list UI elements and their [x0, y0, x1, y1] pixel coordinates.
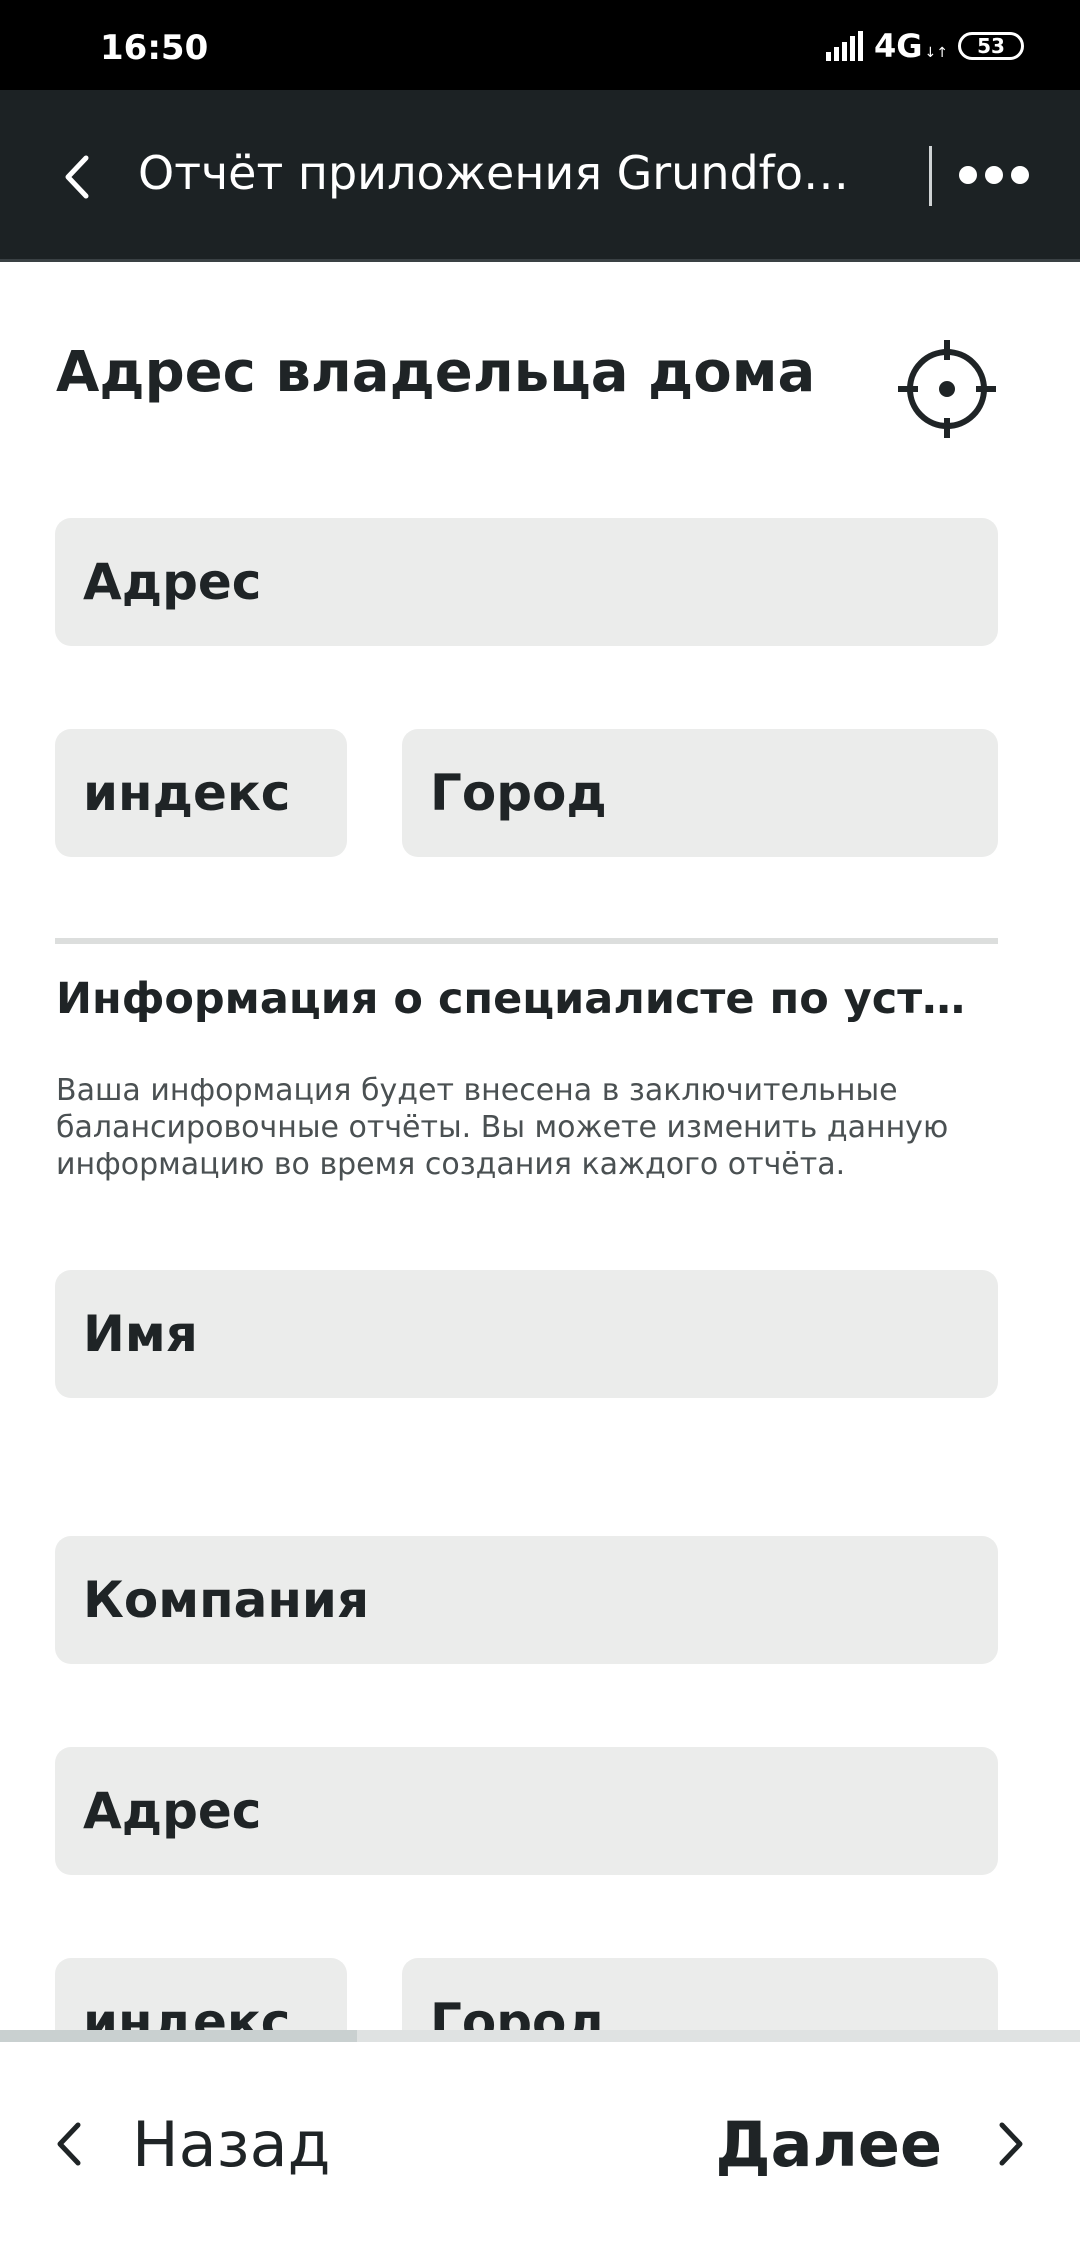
installer-city-placeholder: Город: [430, 1993, 607, 2030]
back-button-label: Назад: [132, 2107, 331, 2181]
bottom-nav: Назад Далее: [0, 2042, 1080, 2246]
owner-section-title: Адрес владельца дома: [56, 340, 816, 405]
installer-address-field[interactable]: Адрес: [55, 1747, 998, 1875]
section-divider: [55, 938, 998, 944]
signal-icon: [826, 31, 863, 61]
installer-city-field[interactable]: Город: [402, 1958, 998, 2030]
chevron-right-icon: [999, 2122, 1023, 2166]
installer-section-description: Ваша информация будет внесена в заключит…: [56, 1073, 949, 1182]
owner-postcode-field[interactable]: индекс: [55, 729, 347, 857]
installer-company-field[interactable]: Компания: [55, 1536, 998, 1664]
owner-city-field[interactable]: Город: [402, 729, 998, 857]
battery-level: 53: [977, 34, 1005, 58]
network-type: 4G: [874, 27, 923, 65]
owner-city-placeholder: Город: [430, 764, 607, 822]
scroll-progress-track: [0, 2030, 1080, 2042]
installer-postcode-placeholder: индекс: [83, 1993, 291, 2030]
installer-name-placeholder: Имя: [83, 1305, 198, 1363]
chevron-left-icon: [57, 2122, 81, 2166]
status-bar: 16:50 4G ↓↑ 53: [0, 0, 1080, 90]
installer-name-field[interactable]: Имя: [55, 1270, 998, 1398]
owner-address-field[interactable]: Адрес: [55, 518, 998, 646]
owner-postcode-placeholder: индекс: [83, 764, 291, 822]
app-bar-divider: [929, 146, 932, 206]
back-chevron-icon[interactable]: [56, 150, 100, 204]
crosshair-locate-icon[interactable]: [896, 338, 998, 440]
owner-address-placeholder: Адрес: [83, 553, 262, 611]
next-button-label: Далее: [715, 2107, 942, 2181]
next-button[interactable]: Далее: [715, 2104, 1028, 2184]
status-indicators: 4G ↓↑ 53: [824, 26, 1024, 66]
battery-icon: 53: [958, 32, 1024, 60]
app-title: Отчёт приложения Grundfos G...: [138, 146, 858, 200]
app-bar: Отчёт приложения Grundfos G...: [0, 90, 1080, 262]
data-activity-icon: ↓↑: [924, 45, 948, 61]
installer-company-placeholder: Компания: [83, 1571, 370, 1629]
status-time: 16:50: [100, 28, 209, 68]
scroll-progress-thumb: [0, 2030, 357, 2042]
installer-postcode-field[interactable]: индекс: [55, 1958, 347, 2030]
back-button[interactable]: Назад: [52, 2104, 330, 2184]
installer-section-title: Информация о специалисте по установ...: [56, 974, 986, 1024]
form-content[interactable]: Адрес владельца дома Адрес индекс Город …: [0, 262, 1080, 2030]
more-horizontal-icon[interactable]: [958, 160, 1030, 190]
installer-address-placeholder: Адрес: [83, 1782, 262, 1840]
